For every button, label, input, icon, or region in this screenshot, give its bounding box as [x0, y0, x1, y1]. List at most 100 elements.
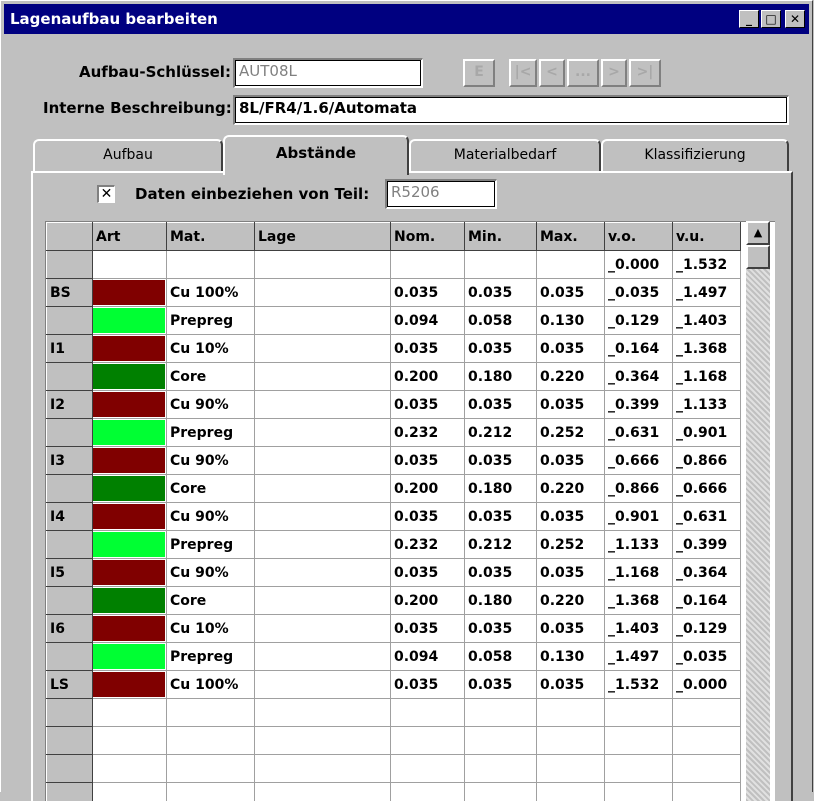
record-list-button[interactable]: ... [567, 59, 599, 87]
table-row[interactable]: I4Cu 90%0.0350.0350.035_0.901_0.631 [47, 503, 741, 531]
max-cell[interactable]: 0.035 [537, 391, 605, 419]
nom-cell[interactable]: 0.035 [391, 279, 465, 307]
min-cell[interactable]: 0.212 [465, 419, 537, 447]
table-row[interactable]: Prepreg0.0940.0580.130_1.497_0.035 [47, 643, 741, 671]
art-cell[interactable] [93, 475, 167, 503]
vu-cell[interactable] [673, 699, 741, 727]
vo-cell[interactable]: _0.399 [605, 391, 673, 419]
lage-cell[interactable] [255, 699, 391, 727]
row-header[interactable] [47, 251, 93, 279]
nom-cell[interactable]: 0.035 [391, 559, 465, 587]
lage-cell[interactable] [255, 755, 391, 783]
table-row[interactable]: I5Cu 90%0.0350.0350.035_1.168_0.364 [47, 559, 741, 587]
nom-cell[interactable] [391, 755, 465, 783]
max-cell[interactable]: 0.252 [537, 531, 605, 559]
lage-cell[interactable] [255, 475, 391, 503]
table-row[interactable]: I1Cu 10%0.0350.0350.035_0.164_1.368 [47, 335, 741, 363]
vu-cell[interactable]: _1.368 [673, 335, 741, 363]
min-cell[interactable]: 0.035 [465, 559, 537, 587]
art-cell[interactable] [93, 587, 167, 615]
vu-cell[interactable]: _0.000 [673, 671, 741, 699]
column-header-vu[interactable]: v.u. [673, 223, 741, 251]
vu-cell[interactable] [673, 727, 741, 755]
vo-cell[interactable]: _0.364 [605, 363, 673, 391]
max-cell[interactable]: 0.035 [537, 559, 605, 587]
art-cell[interactable] [93, 699, 167, 727]
min-cell[interactable] [465, 755, 537, 783]
lage-cell[interactable] [255, 503, 391, 531]
tab-aufbau[interactable]: Aufbau [33, 139, 223, 171]
art-cell[interactable] [93, 643, 167, 671]
table-row[interactable]: Core0.2000.1800.220_0.866_0.666 [47, 475, 741, 503]
lage-cell[interactable] [255, 531, 391, 559]
min-cell[interactable]: 0.180 [465, 363, 537, 391]
minimize-button[interactable]: _ [739, 10, 759, 28]
nom-cell[interactable] [391, 251, 465, 279]
row-header[interactable]: BS [47, 279, 93, 307]
column-header-min[interactable]: Min. [465, 223, 537, 251]
vu-cell[interactable] [673, 755, 741, 783]
min-cell[interactable]: 0.035 [465, 503, 537, 531]
lage-cell[interactable] [255, 335, 391, 363]
mat-cell[interactable]: Prepreg [167, 531, 255, 559]
column-header-vo[interactable]: v.o. [605, 223, 673, 251]
min-cell[interactable]: 0.035 [465, 615, 537, 643]
art-cell[interactable] [93, 503, 167, 531]
vo-cell[interactable]: _0.035 [605, 279, 673, 307]
nom-cell[interactable]: 0.200 [391, 363, 465, 391]
nom-cell[interactable] [391, 699, 465, 727]
vu-cell[interactable]: _0.666 [673, 475, 741, 503]
vu-cell[interactable]: _1.403 [673, 307, 741, 335]
art-cell[interactable] [93, 727, 167, 755]
vo-cell[interactable]: _0.164 [605, 335, 673, 363]
vo-cell[interactable] [605, 755, 673, 783]
row-header[interactable]: I1 [47, 335, 93, 363]
row-header[interactable]: I5 [47, 559, 93, 587]
art-cell[interactable] [93, 419, 167, 447]
vu-cell[interactable]: _0.901 [673, 419, 741, 447]
nom-cell[interactable]: 0.035 [391, 335, 465, 363]
column-header-lage[interactable]: Lage [255, 223, 391, 251]
tab-materialbedarf[interactable]: Materialbedarf [409, 139, 601, 171]
vu-cell[interactable]: _0.129 [673, 615, 741, 643]
stackup-key-field[interactable]: AUT08L [233, 58, 423, 88]
vo-cell[interactable]: _0.000 [605, 251, 673, 279]
vu-cell[interactable]: _0.364 [673, 559, 741, 587]
mat-cell[interactable]: Core [167, 587, 255, 615]
vo-cell[interactable]: _0.866 [605, 475, 673, 503]
row-header[interactable]: LS [47, 671, 93, 699]
lage-cell[interactable] [255, 643, 391, 671]
nom-cell[interactable]: 0.232 [391, 419, 465, 447]
min-cell[interactable] [465, 251, 537, 279]
vo-cell[interactable]: _0.631 [605, 419, 673, 447]
part-number-field[interactable]: R5206 [385, 179, 497, 209]
first-record-button[interactable]: |< [509, 59, 537, 87]
mat-cell[interactable]: Cu 90% [167, 447, 255, 475]
lage-cell[interactable] [255, 447, 391, 475]
row-header[interactable] [47, 699, 93, 727]
scroll-thumb[interactable] [746, 245, 770, 269]
mat-cell[interactable]: Prepreg [167, 419, 255, 447]
lage-cell[interactable] [255, 615, 391, 643]
art-cell[interactable] [93, 307, 167, 335]
art-cell[interactable] [93, 391, 167, 419]
mat-cell[interactable]: Cu 10% [167, 335, 255, 363]
row-header[interactable] [47, 475, 93, 503]
lage-cell[interactable] [255, 419, 391, 447]
vu-cell[interactable]: _1.168 [673, 363, 741, 391]
vu-cell[interactable]: _0.164 [673, 587, 741, 615]
nom-cell[interactable]: 0.035 [391, 503, 465, 531]
nom-cell[interactable]: 0.035 [391, 615, 465, 643]
max-cell[interactable] [537, 727, 605, 755]
next-record-button[interactable]: > [601, 59, 627, 87]
edit-button[interactable]: E [463, 59, 495, 87]
art-cell[interactable] [93, 363, 167, 391]
vo-cell[interactable]: _1.403 [605, 615, 673, 643]
table-row[interactable]: Core0.2000.1800.220_1.368_0.164 [47, 587, 741, 615]
lage-cell[interactable] [255, 279, 391, 307]
max-cell[interactable]: 0.035 [537, 615, 605, 643]
vo-cell[interactable]: _1.133 [605, 531, 673, 559]
min-cell[interactable]: 0.035 [465, 671, 537, 699]
min-cell[interactable]: 0.180 [465, 475, 537, 503]
row-header[interactable]: I6 [47, 615, 93, 643]
